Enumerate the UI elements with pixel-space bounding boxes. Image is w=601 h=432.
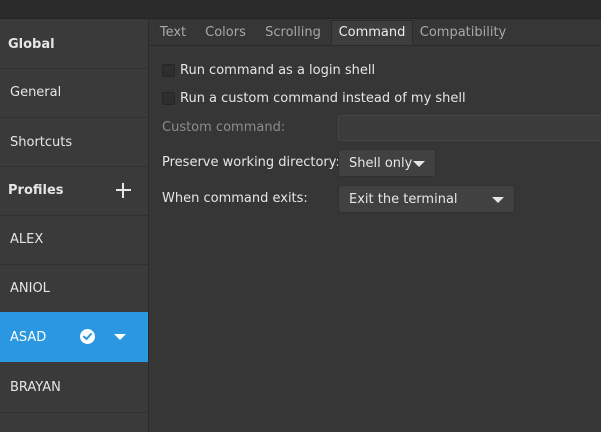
sidebar-item-general[interactable]: General — [0, 67, 148, 117]
tab-compatibility[interactable]: Compatibility — [415, 21, 511, 45]
sidebar-heading-global-label: Global — [8, 36, 55, 52]
sidebar-item-profile-asad[interactable]: ASAD — [0, 312, 148, 362]
sidebar-heading-profiles-label: Profiles — [8, 182, 64, 198]
add-profile-icon[interactable] — [116, 183, 131, 198]
exit-action-dropdown[interactable]: Exit the terminal — [338, 185, 515, 213]
custom-command-input[interactable] — [338, 115, 601, 141]
login-shell-label: Run command as a login shell — [180, 62, 376, 78]
sidebar-item-profile-aniol[interactable]: ANIOL — [0, 263, 148, 313]
settings-tabs: Text Colors Scrolling Command Compatibil… — [149, 19, 601, 46]
dropdown-chevron-icon — [413, 161, 425, 167]
custom-command-checkbox[interactable] — [162, 91, 175, 105]
tab-text[interactable]: Text — [152, 21, 194, 45]
sidebar-item-profile-brayan[interactable]: BRAYAN — [0, 362, 148, 412]
profile-name: ASAD — [10, 329, 47, 345]
profile-settings-panel: Text Colors Scrolling Command Compatibil… — [149, 19, 601, 432]
sidebar-item-shortcuts[interactable]: Shortcuts — [0, 117, 148, 167]
exit-action-value: Exit the terminal — [349, 191, 458, 207]
sidebar: Global General Shortcuts Profiles ALEX A… — [0, 19, 149, 432]
preserve-directory-value: Shell only — [349, 155, 413, 171]
preserve-directory-dropdown[interactable]: Shell only — [338, 149, 436, 177]
profile-name: ANIOL — [10, 280, 50, 296]
profile-name: ALEX — [10, 231, 44, 247]
profile-menu-chevron-icon[interactable] — [114, 334, 126, 340]
sidebar-divider — [0, 412, 148, 413]
sidebar-item-general-label: General — [10, 84, 62, 100]
default-profile-check-icon — [80, 329, 95, 344]
preserve-directory-label: Preserve working directory: — [162, 155, 340, 170]
custom-command-option-label: Run a custom command instead of my shell — [180, 90, 466, 106]
sidebar-item-shortcuts-label: Shortcuts — [10, 134, 73, 150]
login-shell-checkbox[interactable] — [162, 63, 175, 77]
sidebar-heading-global: Global — [0, 19, 148, 69]
sidebar-heading-profiles: Profiles — [0, 165, 148, 215]
tab-scrolling[interactable]: Scrolling — [257, 21, 329, 45]
login-shell-option[interactable]: Run command as a login shell — [162, 60, 375, 80]
sidebar-item-profile-alex[interactable]: ALEX — [0, 214, 148, 264]
custom-command-field-label: Custom command: — [162, 120, 286, 135]
custom-command-option[interactable]: Run a custom command instead of my shell — [162, 88, 466, 108]
window-header-bar — [0, 0, 601, 19]
tab-colors[interactable]: Colors — [198, 21, 253, 45]
exit-action-label: When command exits: — [162, 191, 308, 206]
profile-name: BRAYAN — [10, 379, 61, 395]
dropdown-chevron-icon — [492, 197, 504, 203]
tab-command[interactable]: Command — [331, 20, 413, 45]
